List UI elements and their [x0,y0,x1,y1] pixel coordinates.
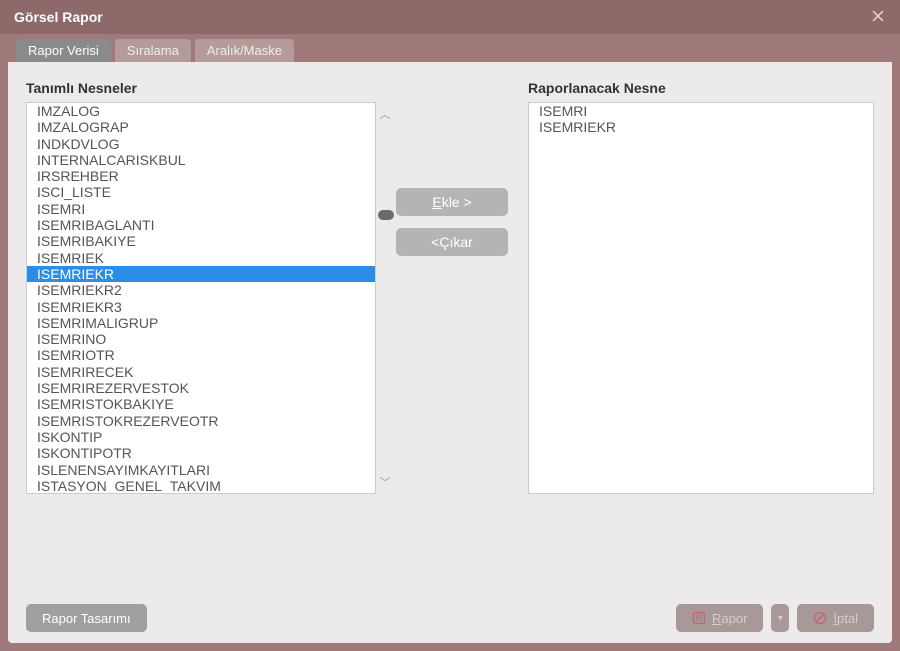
footer-left: Rapor Tasarımı [26,604,147,632]
scroll-down-icon[interactable]: ﹀ [380,474,391,490]
columns: Tanımlı Nesneler IMZALOGIMZALOGRAPINDKDV… [26,80,874,494]
tab-rapor-verisi[interactable]: Rapor Verisi [16,39,111,62]
defined-objects-wrap: IMZALOGIMZALOGRAPINDKDVLOGINTERNALCARISK… [26,102,376,494]
list-item[interactable]: ISEMRIEK [27,250,375,266]
add-button-rest: kle > [442,194,472,210]
footer: Rapor Tasarımı R Rapor ▾ İptal [26,593,874,633]
list-item[interactable]: ISEMRIBAKIYE [27,233,375,249]
footer-right: R Rapor ▾ İptal [676,604,874,632]
add-button-underline: E [432,194,441,210]
list-item[interactable]: ISTASYON_GENEL_TAKVIM [27,478,375,494]
list-item[interactable]: ISKONTIPOTR [27,445,375,461]
list-item[interactable]: ISEMRIMALIGRUP [27,315,375,331]
window: Görsel Rapor Rapor Verisi Sıralama Aralı… [0,0,900,651]
tab-siralama[interactable]: Sıralama [115,39,191,62]
list-item[interactable]: INTERNALCARISKBUL [27,152,375,168]
list-item[interactable]: ISEMRISTOKBAKIYE [27,396,375,412]
list-item[interactable]: ISEMRIEKR2 [27,282,375,298]
report-button-underline: R [712,611,721,626]
cancel-button[interactable]: İptal [797,604,874,632]
cancel-icon [813,611,827,625]
list-item[interactable]: INDKDVLOG [27,136,375,152]
scroll-up-icon[interactable]: ︿ [380,106,391,122]
defined-objects-listbox[interactable]: IMZALOGIMZALOGRAPINDKDVLOGINTERNALCARISK… [26,102,376,494]
list-item[interactable]: ISEMRIBAGLANTI [27,217,375,233]
list-item[interactable]: ISEMRIEKR [529,119,873,135]
list-item[interactable]: ISLENENSAYIMKAYITLARI [27,462,375,478]
cancel-button-rest: ptal [837,611,858,626]
list-item[interactable]: IMZALOG [27,103,375,119]
add-button[interactable]: Ekle > [396,188,508,216]
report-objects-listbox[interactable]: ISEMRIISEMRIEKR [528,102,874,494]
tab-aralik-maske[interactable]: Aralık/Maske [195,39,294,62]
report-button[interactable]: R Rapor [676,604,763,632]
remove-button-rest: ıkar [449,234,472,250]
report-button-rest: apor [721,611,747,626]
defined-objects-heading: Tanımlı Nesneler [26,80,376,96]
tabstrip: Rapor Verisi Sıralama Aralık/Maske [0,34,900,62]
close-icon[interactable] [864,4,892,31]
list-item[interactable]: IMZALOGRAP [27,119,375,135]
list-item[interactable]: IRSREHBER [27,168,375,184]
list-item[interactable]: ISEMRINO [27,331,375,347]
window-title: Görsel Rapor [14,9,103,25]
svg-text:R: R [696,613,703,623]
report-objects-heading: Raporlanacak Nesne [528,80,874,96]
list-item[interactable]: ISEMRISTOKREZERVEOTR [27,413,375,429]
scrollbar[interactable]: ︿ ﹀ [378,102,392,494]
list-item[interactable]: ISEMRI [529,103,873,119]
report-objects-column: Raporlanacak Nesne ISEMRIISEMRIEKR [528,80,874,494]
list-item[interactable]: ISEMRIEKR3 [27,299,375,315]
list-item[interactable]: ISEMRIRECEK [27,364,375,380]
spacer [26,494,874,593]
list-item[interactable]: ISEMRI [27,201,375,217]
report-icon: R [692,611,706,625]
remove-button[interactable]: <Çıkar [396,228,508,256]
report-design-button[interactable]: Rapor Tasarımı [26,604,147,632]
scroll-handle[interactable] [378,210,394,220]
tab-content: Tanımlı Nesneler IMZALOGIMZALOGRAPINDKDV… [8,62,892,643]
list-item[interactable]: ISEMRIEKR [27,266,375,282]
list-item[interactable]: ISEMRIOTR [27,347,375,363]
report-button-dropdown[interactable]: ▾ [771,604,789,632]
chevron-down-icon: ▾ [778,613,783,624]
transfer-buttons-column: Ekle > <Çıkar [392,80,512,494]
titlebar: Görsel Rapor [0,0,900,34]
list-item[interactable]: ISCI_LISTE [27,184,375,200]
list-item[interactable]: ISEMRIREZERVESTOK [27,380,375,396]
remove-button-prefix: <Ç [431,234,449,250]
defined-objects-column: Tanımlı Nesneler IMZALOGIMZALOGRAPINDKDV… [26,80,376,494]
list-item[interactable]: ISKONTIP [27,429,375,445]
